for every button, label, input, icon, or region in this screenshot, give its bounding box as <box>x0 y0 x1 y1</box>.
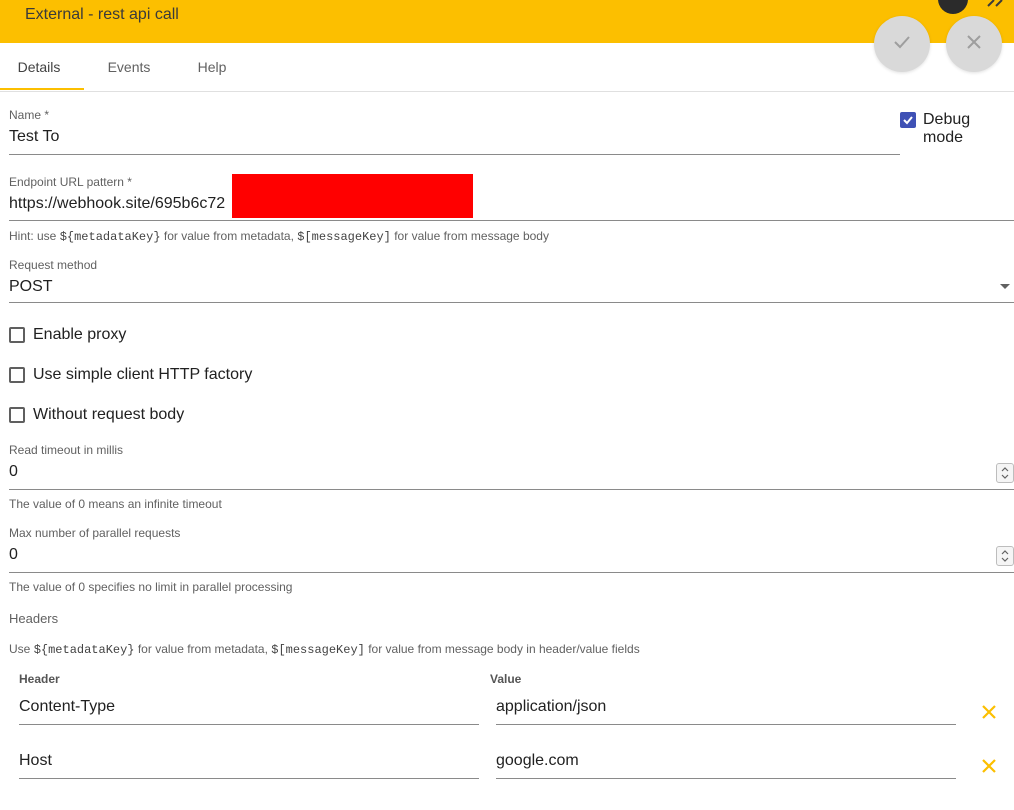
request-method-underline <box>9 302 1014 303</box>
read-timeout-label: Read timeout in millis <box>9 443 124 457</box>
remove-header-button[interactable] <box>979 756 999 776</box>
checkmark-icon <box>903 116 913 125</box>
chevron-down-icon[interactable] <box>1000 284 1010 289</box>
read-timeout-hint: The value of 0 means an infinite timeout <box>9 497 222 511</box>
header-value-underline <box>496 724 956 725</box>
max-parallel-hint: The value of 0 specifies no limit in par… <box>9 580 293 594</box>
name-label: Name * <box>9 108 50 122</box>
request-method-select[interactable]: POST <box>9 278 53 296</box>
tab-bar: Details Events Help <box>0 43 1014 92</box>
max-parallel-underline <box>9 572 1014 573</box>
close-icon <box>982 705 996 719</box>
stepper-arrows-icon <box>1001 467 1009 479</box>
dialog-title: External - rest api call <box>25 6 179 23</box>
read-timeout-input[interactable]: 0 <box>9 463 18 481</box>
dialog-header: External - rest api call <box>0 0 1014 43</box>
header-value-underline <box>496 778 956 779</box>
header-key-underline <box>19 724 479 725</box>
tab-details[interactable]: Details <box>0 43 78 91</box>
tab-events[interactable]: Events <box>94 43 164 91</box>
enable-proxy-checkbox[interactable] <box>9 327 25 343</box>
fullscreen-icon[interactable] <box>980 0 1010 14</box>
name-input[interactable]: Test To <box>9 128 59 146</box>
header-key-underline <box>19 778 479 779</box>
debug-mode-label: Debug mode <box>923 111 971 146</box>
headers-hint: Use ${metadataKey} for value from metada… <box>9 642 640 657</box>
headers-title: Headers <box>9 611 59 626</box>
header-value-input[interactable]: application/json <box>496 698 606 716</box>
name-underline <box>9 154 900 155</box>
request-method-label: Request method <box>9 258 98 272</box>
endpoint-hint: Hint: use ${metadataKey} for value from … <box>9 229 549 244</box>
without-body-checkbox[interactable] <box>9 407 25 423</box>
tab-help[interactable]: Help <box>184 43 240 91</box>
max-parallel-stepper[interactable] <box>996 546 1014 566</box>
header-value-input[interactable]: google.com <box>496 752 579 770</box>
help-icon[interactable] <box>938 0 968 14</box>
header-column-label: Header <box>19 672 60 686</box>
simple-client-checkbox[interactable] <box>9 367 25 383</box>
active-tab-indicator <box>0 88 84 90</box>
header-key-input[interactable]: Content-Type <box>19 698 115 716</box>
endpoint-input[interactable]: https://webhook.site/695b6c72 <box>9 195 225 213</box>
stepper-arrows-icon <box>1001 550 1009 562</box>
debug-mode-checkbox[interactable] <box>900 112 916 128</box>
remove-header-button[interactable] <box>979 702 999 722</box>
without-body-label: Without request body <box>33 406 185 423</box>
value-column-label: Value <box>490 672 522 686</box>
max-parallel-label: Max number of parallel requests <box>9 526 181 540</box>
close-icon <box>982 759 996 773</box>
endpoint-label: Endpoint URL pattern * <box>9 175 132 189</box>
redaction-box <box>232 174 473 218</box>
header-key-input[interactable]: Host <box>19 752 52 770</box>
simple-client-label: Use simple client HTTP factory <box>33 366 253 383</box>
endpoint-underline <box>9 220 1014 221</box>
read-timeout-stepper[interactable] <box>996 463 1014 483</box>
enable-proxy-label: Enable proxy <box>33 326 127 343</box>
read-timeout-underline <box>9 489 1014 490</box>
max-parallel-input[interactable]: 0 <box>9 546 18 564</box>
